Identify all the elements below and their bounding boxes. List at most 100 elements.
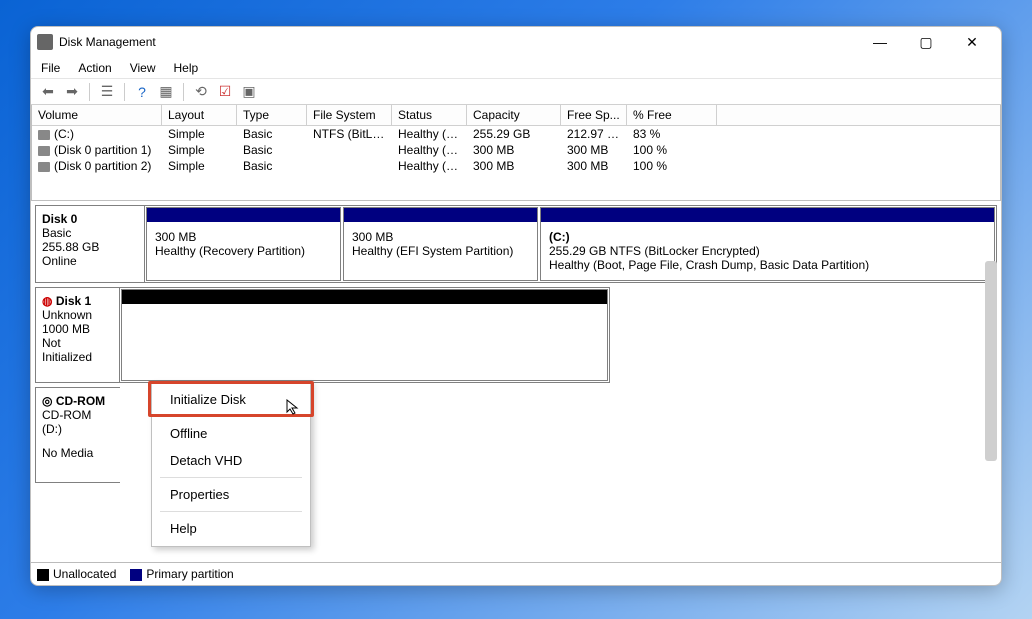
cell: Simple <box>162 126 237 142</box>
table-row[interactable]: (C:) Simple Basic NTFS (BitLo... Healthy… <box>32 126 1000 142</box>
cell: Simple <box>162 158 237 174</box>
table-row[interactable]: (Disk 0 partition 1) Simple Basic Health… <box>32 142 1000 158</box>
partition-color-bar <box>122 290 607 304</box>
col-filesystem[interactable]: File System <box>307 105 392 125</box>
col-capacity[interactable]: Capacity <box>467 105 561 125</box>
menu-file[interactable]: File <box>41 61 60 75</box>
col-type[interactable]: Type <box>237 105 307 125</box>
volume-icon <box>38 130 50 140</box>
drive-letter: CD-ROM (D:) <box>42 408 114 436</box>
cell: Basic <box>237 158 307 174</box>
part-size: 255.29 GB NTFS (BitLocker Encrypted) <box>549 244 986 258</box>
disk-name: Disk 1 <box>56 294 91 308</box>
partition-recovery[interactable]: 300 MB Healthy (Recovery Partition) <box>146 207 341 281</box>
ctx-initialize-disk[interactable]: Initialize Disk <box>152 386 310 413</box>
window-title: Disk Management <box>59 35 857 49</box>
cell: 100 % <box>627 158 717 174</box>
cell <box>307 142 392 158</box>
disk-name: CD-ROM <box>56 394 105 408</box>
disk-type: Unknown <box>42 308 113 322</box>
volume-icon <box>38 146 50 156</box>
cell: 212.97 GB <box>561 126 627 142</box>
ctx-offline[interactable]: Offline <box>152 420 310 447</box>
menu-action[interactable]: Action <box>78 61 111 75</box>
cell: 255.29 GB <box>467 126 561 142</box>
part-status: Healthy (EFI System Partition) <box>352 244 529 258</box>
forward-icon[interactable]: ➡ <box>63 83 81 101</box>
table-header: Volume Layout Type File System Status Ca… <box>32 105 1000 126</box>
cell: Simple <box>162 142 237 158</box>
disk-row-disk1[interactable]: ◍ Disk 1 Unknown 1000 MB Not Initialized <box>35 287 997 383</box>
disk-size: 255.88 GB <box>42 240 138 254</box>
close-button[interactable]: ✕ <box>949 27 995 57</box>
disk-label: ◍ Disk 1 Unknown 1000 MB Not Initialized <box>35 287 120 383</box>
cell: Healthy (R... <box>392 142 467 158</box>
disk-size: 1000 MB <box>42 322 113 336</box>
list-icon[interactable]: ☰ <box>98 83 116 101</box>
context-menu: Initialize Disk Offline Detach VHD Prope… <box>151 381 311 547</box>
separator <box>183 83 184 101</box>
refresh-icon[interactable]: ⟲ <box>192 83 210 101</box>
col-layout[interactable]: Layout <box>162 105 237 125</box>
cell: Basic <box>237 126 307 142</box>
col-pct-free[interactable]: % Free <box>627 105 717 125</box>
partition-efi[interactable]: 300 MB Healthy (EFI System Partition) <box>343 207 538 281</box>
table-row[interactable]: (Disk 0 partition 2) Simple Basic Health… <box>32 158 1000 174</box>
cell: Basic <box>237 142 307 158</box>
back-icon[interactable]: ⬅ <box>39 83 57 101</box>
disk-type: Basic <box>42 226 138 240</box>
separator <box>89 83 90 101</box>
cell: 300 MB <box>467 158 561 174</box>
grid-icon[interactable]: ▦ <box>157 83 175 101</box>
separator <box>160 511 302 512</box>
ctx-properties[interactable]: Properties <box>152 481 310 508</box>
disk-state: Not Initialized <box>42 336 113 364</box>
cell: (Disk 0 partition 1) <box>54 143 151 157</box>
separator <box>160 477 302 478</box>
app-icon <box>37 34 53 50</box>
part-status: Healthy (Boot, Page File, Crash Dump, Ba… <box>549 258 986 272</box>
cell: 300 MB <box>561 158 627 174</box>
cdrom-icon: ◎ <box>42 394 52 408</box>
ctx-detach-vhd[interactable]: Detach VHD <box>152 447 310 474</box>
partition-color-bar <box>147 208 340 222</box>
part-status: Healthy (Recovery Partition) <box>155 244 332 258</box>
col-free[interactable]: Free Sp... <box>561 105 627 125</box>
maximize-button[interactable]: ▢ <box>903 27 949 57</box>
menu-view[interactable]: View <box>130 61 156 75</box>
menubar: File Action View Help <box>31 57 1001 79</box>
settings-icon[interactable]: ▣ <box>240 83 258 101</box>
legend: Unallocated Primary partition <box>31 562 1001 585</box>
partitions <box>120 287 610 383</box>
disk-label: ◎ CD-ROM CD-ROM (D:) No Media <box>35 387 120 483</box>
minimize-button[interactable]: — <box>857 27 903 57</box>
media-state: No Media <box>42 446 114 460</box>
disk-state: Online <box>42 254 138 268</box>
legend-unallocated: Unallocated <box>53 567 116 581</box>
cell: Healthy (E... <box>392 158 467 174</box>
cell: 83 % <box>627 126 717 142</box>
disk-name: Disk 0 <box>42 212 138 226</box>
col-status[interactable]: Status <box>392 105 467 125</box>
part-size: 300 MB <box>352 230 529 244</box>
check-icon[interactable]: ☑ <box>216 83 234 101</box>
titlebar: Disk Management — ▢ ✕ <box>31 27 1001 57</box>
help-icon[interactable]: ? <box>133 83 151 101</box>
swatch-unallocated <box>37 569 49 581</box>
separator <box>124 83 125 101</box>
part-name: (C:) <box>549 230 986 244</box>
partition-color-bar <box>344 208 537 222</box>
ctx-help[interactable]: Help <box>152 515 310 542</box>
cell: NTFS (BitLo... <box>307 126 392 142</box>
cell: Healthy (B... <box>392 126 467 142</box>
menu-help[interactable]: Help <box>174 61 199 75</box>
part-size: 300 MB <box>155 230 332 244</box>
window: Disk Management — ▢ ✕ File Action View H… <box>30 26 1002 586</box>
partition-c[interactable]: (C:) 255.29 GB NTFS (BitLocker Encrypted… <box>540 207 995 281</box>
volume-icon <box>38 162 50 172</box>
partition-unallocated[interactable] <box>121 289 608 381</box>
col-volume[interactable]: Volume <box>32 105 162 125</box>
scrollbar[interactable] <box>985 261 997 461</box>
disk-row-disk0[interactable]: Disk 0 Basic 255.88 GB Online 300 MB Hea… <box>35 205 997 283</box>
separator <box>160 416 302 417</box>
